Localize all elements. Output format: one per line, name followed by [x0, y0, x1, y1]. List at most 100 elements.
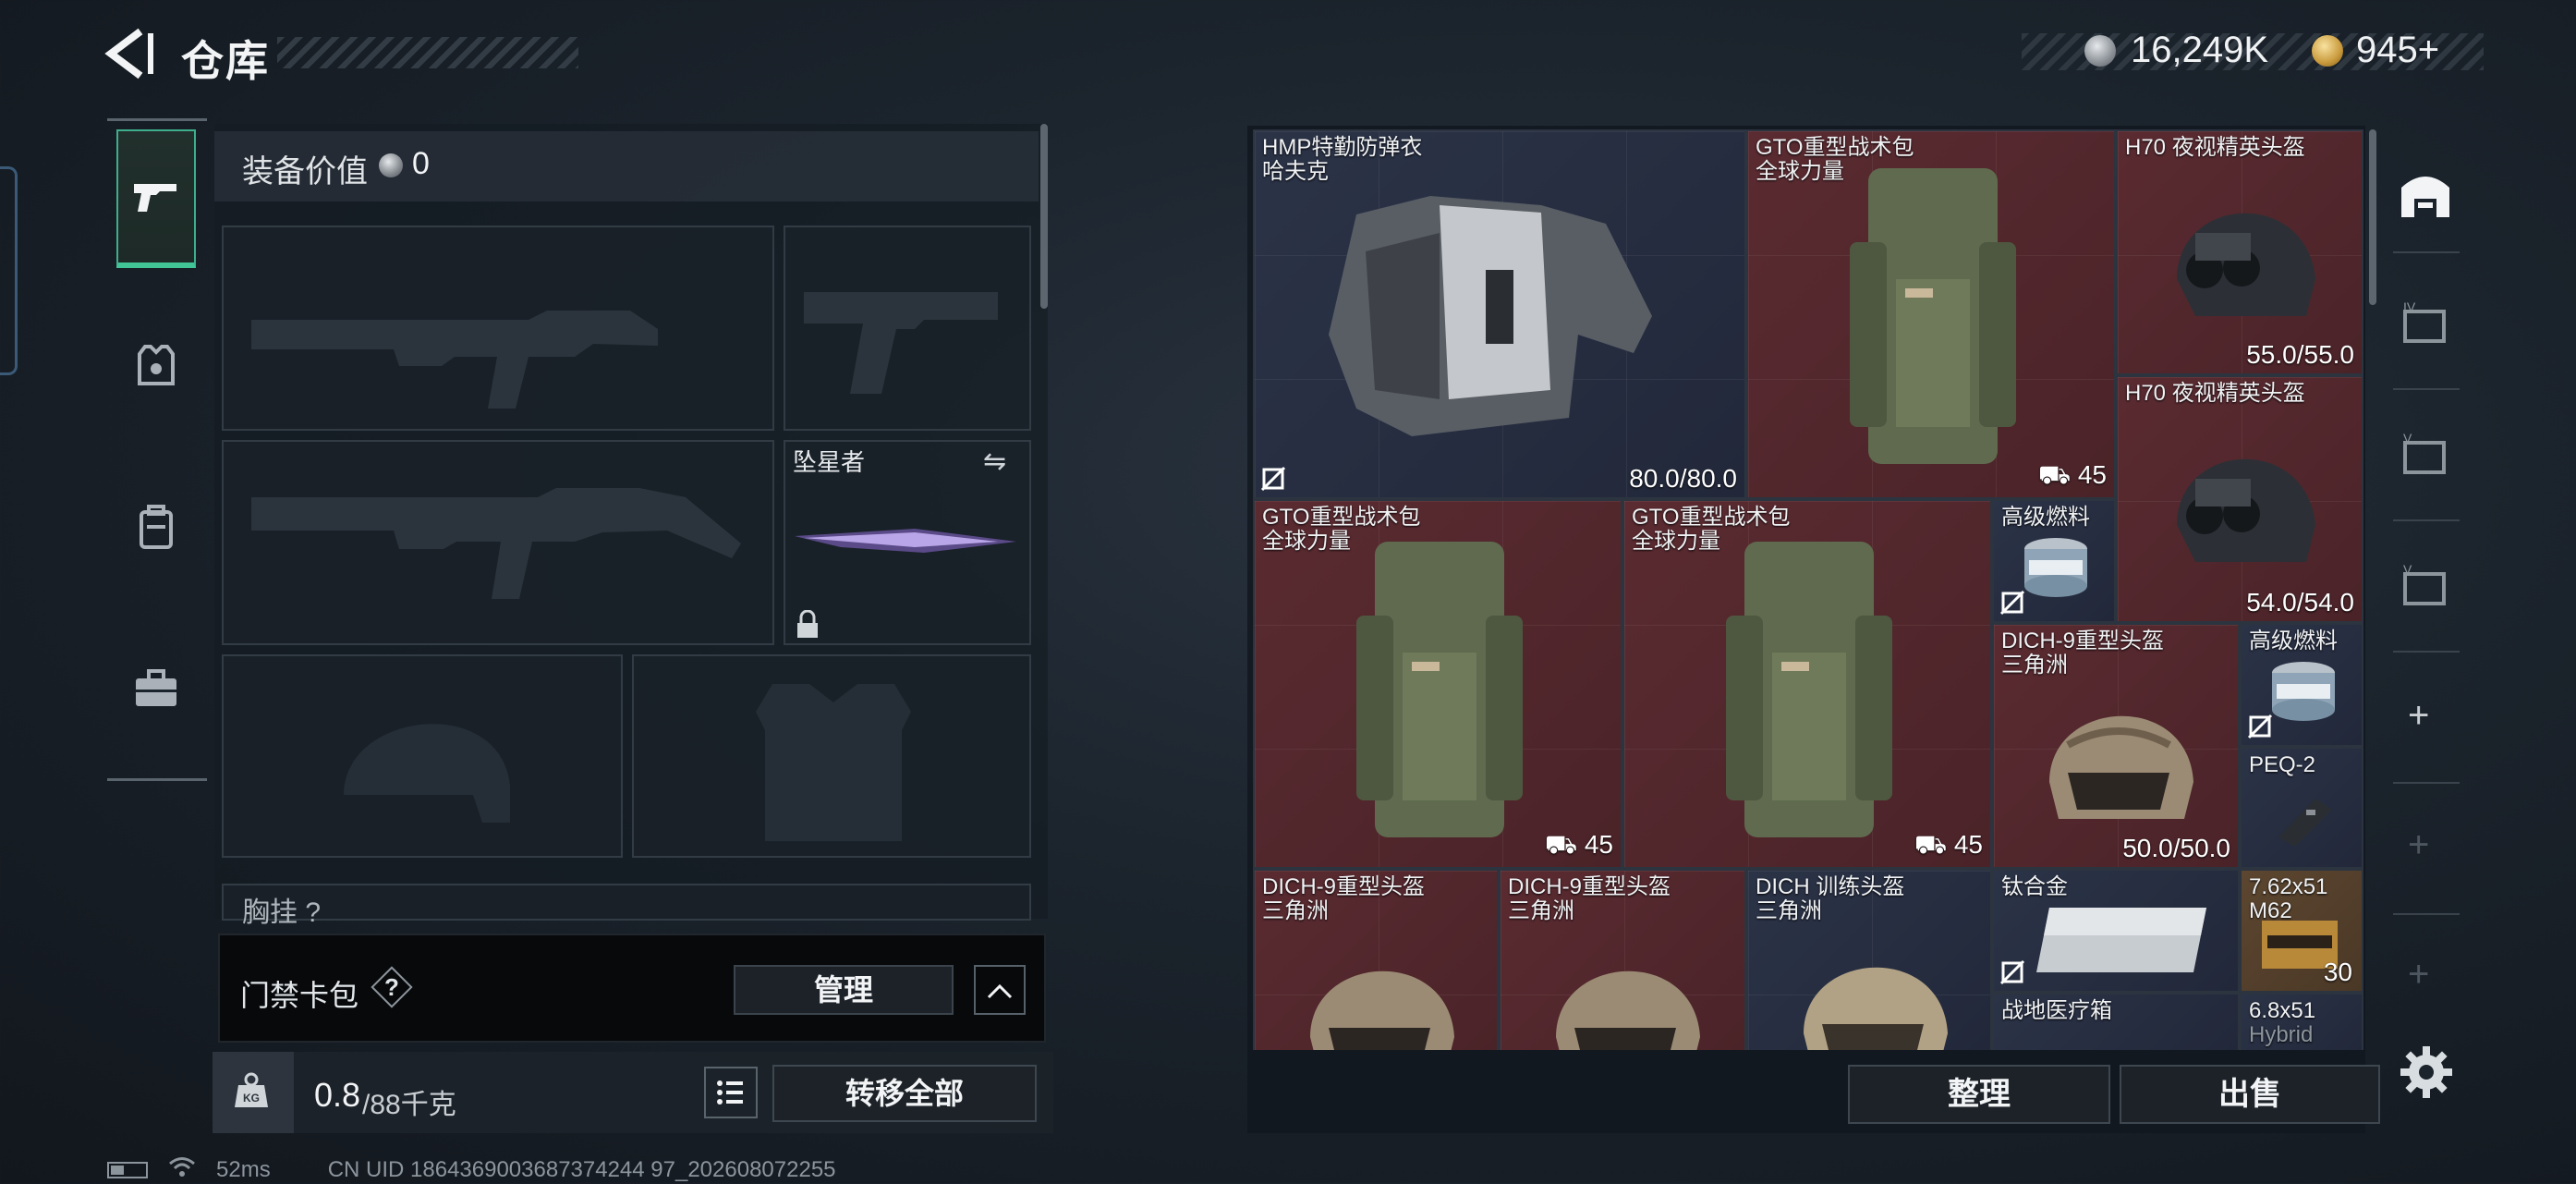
capacity-icon: ⛟	[1914, 830, 1954, 859]
swap-icon[interactable]: ⇋	[983, 446, 1006, 478]
stash-item[interactable]: 高级燃料	[2240, 623, 2363, 747]
capacity-icon: ⛟	[2037, 460, 2078, 489]
gold-currency-value[interactable]: 945+	[2356, 30, 2439, 71]
helmet-item-icon	[2177, 213, 2315, 316]
loadout-scrollbar[interactable]	[1040, 124, 1048, 309]
rail-divider	[2393, 251, 2460, 253]
item-name: PEQ-2	[2249, 752, 2316, 777]
nav-weapons-tab[interactable]	[116, 129, 196, 268]
item-capacity: ⛟ 45	[1544, 830, 1613, 859]
no-trade-icon	[1260, 466, 1286, 492]
item-sub: 全球力量	[1632, 529, 1720, 554]
item-name: DICH-9重型头盔	[1262, 874, 1426, 899]
item-capacity: ⛟ 45	[1914, 830, 1983, 859]
manage-button[interactable]: 管理	[734, 965, 954, 1015]
silver-coin-icon	[379, 153, 403, 177]
side-drawer-handle[interactable]	[0, 166, 18, 375]
stash-item[interactable]: HMP特勤防弹衣 哈夫克 80.0/80.0	[1253, 129, 1746, 499]
nav-backpack-tab[interactable]	[116, 458, 196, 596]
stash-item[interactable]: 钛合金	[1992, 869, 2240, 993]
body-armor-slot[interactable]	[632, 654, 1031, 858]
primary-weapon-slot-2[interactable]	[222, 440, 774, 645]
item-name: DICH-9重型头盔	[2001, 629, 2165, 653]
briefcase-icon	[136, 669, 176, 706]
armor-silhouette-icon	[756, 684, 911, 841]
backpack-item-icon	[1850, 168, 2016, 464]
stash-item[interactable]: DICH-9重型头盔 三角洲	[1499, 869, 1746, 1050]
rail-stash-page-6[interactable]: V	[2389, 549, 2461, 621]
nav-divider	[107, 118, 207, 121]
item-name: GTO重型战术包	[1262, 505, 1421, 530]
help-icon[interactable]: ?	[373, 969, 410, 1006]
stash-scrollbar[interactable]	[2369, 129, 2376, 305]
stash-item[interactable]: DICH 训练头盔 三角洲	[1746, 869, 1992, 1050]
item-count: 30	[2323, 958, 2352, 986]
body-armor-item-icon	[1329, 196, 1652, 436]
backpack-item-icon	[1356, 542, 1523, 837]
stash-item[interactable]: GTO重型战术包 全球力量 ⛟ 45	[1622, 499, 1992, 869]
stash-item[interactable]: DICH-9重型头盔 三角洲 50.0/50.0	[1992, 623, 2240, 869]
equipment-value: 0	[412, 146, 430, 181]
svg-text:V: V	[2403, 562, 2412, 577]
equipment-value-label: 装备价值	[242, 154, 368, 189]
lock-icon	[795, 609, 820, 646]
rifle-silhouette-icon	[251, 311, 658, 409]
item-name: 高级燃料	[2001, 505, 2090, 530]
stash-item[interactable]: GTO重型战术包 全球力量 ⛟ 45	[1746, 129, 2116, 499]
transfer-all-button[interactable]: 转移全部	[772, 1065, 1037, 1122]
stash-item[interactable]: 6.8x51 Hybrid	[2240, 993, 2363, 1050]
item-sub: 三角洲	[1262, 898, 1329, 923]
item-name: GTO重型战术包	[1756, 135, 1914, 160]
item-durability: 80.0/80.0	[1629, 464, 1737, 493]
svg-text:V: V	[2403, 431, 2412, 446]
item-name: DICH 训练头盔	[1756, 874, 1905, 899]
metal-plate-icon	[2036, 908, 2206, 972]
list-view-button[interactable]	[704, 1067, 758, 1118]
back-button[interactable]	[103, 26, 159, 81]
rail-divider	[2393, 651, 2460, 653]
stash-item[interactable]: H70 夜视精英头盔 55.0/55.0	[2116, 129, 2363, 375]
item-name: 高级燃料	[2249, 629, 2338, 653]
item-sub: 三角洲	[1756, 898, 1822, 923]
rail-divider	[2393, 782, 2460, 784]
nav-case-tab[interactable]	[116, 619, 196, 758]
add-page-icon[interactable]: +	[2408, 695, 2429, 737]
item-sub: Hybrid	[2249, 1022, 2314, 1047]
battery-icon	[107, 1161, 148, 1178]
rail-divider	[2393, 519, 2460, 521]
pistol-icon	[134, 184, 176, 212]
nav-armor-tab[interactable]	[116, 296, 196, 434]
add-page-icon: +	[2408, 824, 2430, 865]
sell-button[interactable]: 出售	[2120, 1065, 2380, 1124]
helmet-slot[interactable]	[222, 654, 623, 858]
helmet-item-icon	[1804, 967, 1948, 1050]
no-trade-icon	[2247, 714, 2273, 739]
stash-item[interactable]: GTO重型战术包 全球力量 ⛟ 45	[1253, 499, 1622, 869]
sort-button[interactable]: 整理	[1848, 1065, 2110, 1124]
stash-item[interactable]: H70 夜视精英头盔 54.0/54.0	[2116, 375, 2363, 623]
stash-item[interactable]: 高级燃料	[1992, 499, 2116, 623]
sidearm-slot[interactable]	[784, 226, 1031, 431]
primary-weapon-slot-1[interactable]	[222, 226, 774, 431]
back-arrow-icon	[104, 28, 153, 79]
rail-stash-page-4[interactable]: IV	[2389, 287, 2461, 359]
weight-current: 0.8	[314, 1076, 361, 1114]
settings-gear-icon[interactable]	[2399, 1044, 2454, 1100]
helmet-item-icon	[2049, 715, 2193, 819]
laser-module-icon	[2278, 799, 2332, 847]
item-durability: 50.0/50.0	[2122, 834, 2230, 862]
stash-item[interactable]: DICH-9重型头盔 三角洲	[1253, 869, 1499, 1050]
collapse-button[interactable]	[974, 965, 1026, 1015]
silver-coin-icon	[2084, 35, 2116, 67]
item-sub: 全球力量	[1262, 529, 1351, 554]
item-name: 战地医疗箱	[2001, 998, 2112, 1023]
stash-item[interactable]: 7.62x51 M62 30	[2240, 869, 2363, 993]
chest-rig-slot[interactable]	[222, 884, 1031, 921]
rail-stash-page-5[interactable]: V	[2389, 418, 2461, 490]
rifle-silhouette-icon	[251, 488, 741, 599]
stash-item[interactable]: 战地医疗箱	[1992, 993, 2240, 1050]
rail-stash-main[interactable]	[2389, 159, 2461, 231]
stash-item[interactable]: PEQ-2	[2240, 747, 2363, 869]
item-name: H70 夜视精英头盔	[2125, 135, 2305, 160]
capacity-icon: ⛟	[1544, 830, 1585, 859]
